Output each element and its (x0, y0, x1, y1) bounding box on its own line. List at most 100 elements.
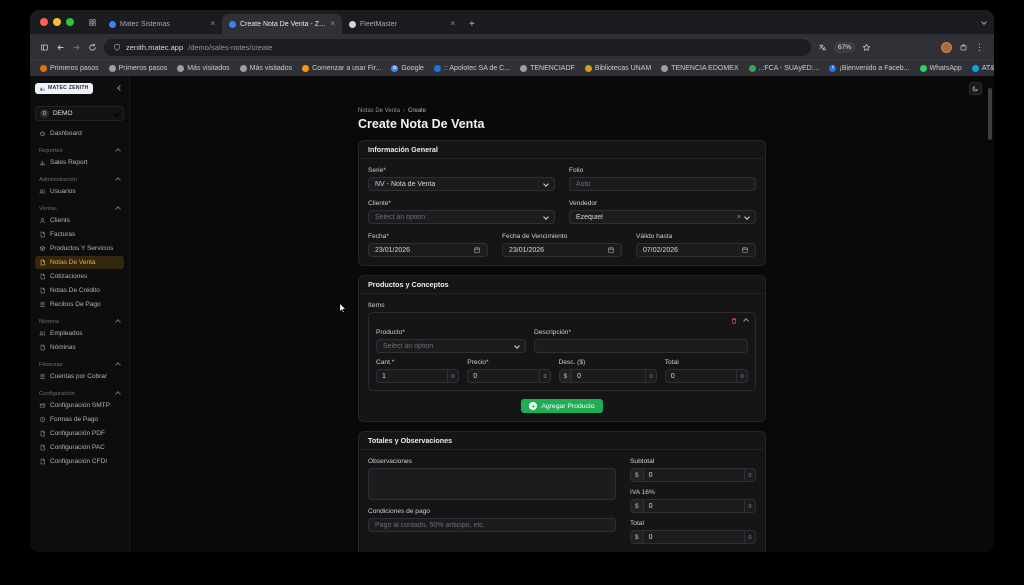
observaciones-textarea[interactable] (368, 468, 616, 500)
subtotal-input[interactable]: $ 0 (630, 468, 756, 482)
sidebar-item-configuracion-pdf[interactable]: Configuración PDF (35, 427, 124, 440)
cant-stepper[interactable]: 1 (376, 369, 459, 383)
sidebar-item-productos-y-servicios[interactable]: Productos Y Servicios (35, 242, 124, 255)
vencimiento-date-input[interactable]: 23/01/2026 (502, 243, 622, 257)
sidebar-item-notas-de-credito[interactable]: Notas De Crédito (35, 284, 124, 297)
remove-item-button[interactable] (730, 317, 738, 325)
theme-toggle-button[interactable] (969, 82, 982, 95)
tab-groups-grid-icon[interactable] (83, 10, 102, 34)
stepper-arrows-icon[interactable] (744, 531, 755, 543)
agregar-producto-button[interactable]: Agregar Producto (521, 399, 602, 413)
nav-section-finanzas[interactable]: Finanzas (39, 362, 120, 368)
toggle-sidebar-button[interactable] (40, 43, 49, 52)
bookmark-item[interactable]: Más visitados (177, 65, 229, 72)
calendar-icon (741, 246, 749, 254)
sidebar-item-configuracion-pac[interactable]: Configuración PAC (35, 441, 124, 454)
stepper-arrows-icon[interactable] (744, 469, 755, 481)
sidebar-item-configuracion-cfdi[interactable]: Configuración CFDI (35, 455, 124, 468)
folio-input[interactable] (569, 177, 756, 191)
forward-button[interactable] (72, 43, 81, 52)
descripcion-input[interactable] (534, 339, 748, 353)
sidebar-item-cuentas-por-cobrar[interactable]: Cuentas por Cobrar (35, 370, 124, 383)
back-button[interactable] (56, 43, 65, 52)
producto-select[interactable]: Select an option (376, 339, 526, 353)
sidebar-item-sales-report[interactable]: Sales Report (35, 156, 124, 169)
site-shield-icon[interactable] (113, 43, 121, 51)
sidebar-item-usuarios[interactable]: Usuarios (35, 185, 124, 198)
fullscreen-window-button[interactable] (66, 18, 74, 26)
bookmark-star-icon[interactable] (862, 43, 871, 52)
stepper-arrows-icon[interactable] (744, 500, 755, 512)
stepper-arrows-icon[interactable] (645, 370, 656, 382)
bookmark-item[interactable]: Primeros pasos (40, 65, 99, 72)
bookmark-item[interactable]: TENENCIADF (520, 65, 575, 72)
serie-select[interactable]: NV - Nota de Venta (368, 177, 555, 191)
bookmark-item[interactable]: AT&T (972, 65, 994, 72)
breadcrumb-parent[interactable]: Notas De Venta (358, 108, 400, 114)
nav-section-ventas[interactable]: Ventas (39, 206, 120, 212)
nav-section-reportes[interactable]: Reportes (39, 148, 120, 154)
new-tab-button[interactable]: + (462, 14, 482, 34)
extensions-icon[interactable] (959, 43, 968, 52)
stepper-arrows-icon[interactable] (539, 370, 550, 382)
browser-menu-button[interactable]: ⋮ (975, 43, 984, 52)
bookmark-item[interactable]: ..:FCA - SUAyED:... (749, 65, 820, 72)
matec-zenith-logo[interactable]: MATEC ZENITH (35, 83, 93, 94)
collapse-sidebar-button[interactable] (116, 84, 124, 92)
sidebar-item-formas-de-pago[interactable]: Formas de Pago (35, 413, 124, 426)
sidebar-item-recibos-de-pago[interactable]: Recibos De Pago (35, 298, 124, 311)
sidebar-item-notas-de-venta[interactable]: Notas De Venta (35, 256, 124, 269)
bookmark-item[interactable]: Más visitados (240, 65, 292, 72)
sidebar-item-configuracion-smtp[interactable]: Configuración SMTP (35, 399, 124, 412)
close-tab-icon[interactable]: × (330, 20, 335, 28)
nav-section-administracion[interactable]: Administración (39, 177, 120, 183)
bookmark-item[interactable]: GGoogle (391, 65, 424, 72)
stepper-arrows-icon[interactable] (736, 370, 747, 382)
tab-fleetmaster[interactable]: FleetMaster × (342, 14, 462, 34)
tab-search-button[interactable] (982, 10, 994, 34)
profile-avatar[interactable] (941, 42, 952, 53)
stepper-arrows-icon[interactable] (447, 370, 458, 382)
clear-selection-icon[interactable]: × (737, 214, 741, 221)
vendedor-label: Vendedor (569, 200, 756, 207)
vendedor-select[interactable]: Ezequiel × (569, 210, 756, 224)
sidebar-item-empleados[interactable]: Empleados (35, 327, 124, 340)
bookmark-item[interactable]: TENENCIA EDOMEX (661, 65, 738, 72)
bookmark-item[interactable]: Primeros pasos (109, 65, 168, 72)
minimize-window-button[interactable] (53, 18, 61, 26)
descuento-stepper[interactable]: $ 0 (559, 369, 657, 383)
bookmark-item[interactable]: :: Apolotec SA de C... (434, 65, 510, 72)
sidebar-item-cotizaciones[interactable]: Cotizaciones (35, 270, 124, 283)
zoom-level-badge[interactable]: 67% (834, 42, 855, 53)
condiciones-input[interactable] (368, 518, 616, 532)
bookmark-item[interactable]: Bibliotecas UNAM (585, 65, 651, 72)
fecha-date-input[interactable]: 23/01/2026 (368, 243, 488, 257)
close-window-button[interactable] (40, 18, 48, 26)
bookmark-item[interactable]: f¡Bienvenido a Faceb... (829, 65, 909, 72)
reload-button[interactable] (88, 43, 97, 52)
sidebar-item-clients[interactable]: Clients (35, 214, 124, 227)
page-scrollbar-thumb[interactable] (988, 88, 992, 140)
close-tab-icon[interactable]: × (210, 20, 215, 28)
item-total-stepper[interactable]: 0 (665, 369, 748, 383)
nav-section-nomina[interactable]: Nómina (39, 319, 120, 325)
iva-input[interactable]: $ 0 (630, 499, 756, 513)
nav-section-configuracion[interactable]: Configuración (39, 391, 120, 397)
valido-hasta-date-input[interactable]: 07/02/2026 (636, 243, 756, 257)
bookmark-item[interactable]: WhatsApp (920, 65, 962, 72)
bookmark-item[interactable]: Comenzar a usar Fir... (302, 65, 381, 72)
cliente-select[interactable]: Select an option (368, 210, 555, 224)
tab-matec-sistemas[interactable]: Matec Sistemas × (102, 14, 222, 34)
translate-icon[interactable] (818, 43, 827, 52)
tab-create-nota-de-venta[interactable]: Create Nota De Venta - Zenith ERP × (222, 14, 342, 34)
close-tab-icon[interactable]: × (450, 20, 455, 28)
total-input[interactable]: $ 0 (630, 530, 756, 544)
bookmark-favicon (520, 65, 527, 72)
address-bar[interactable]: zenith.matec.app /demo/sales-notes/creat… (104, 39, 811, 56)
sidebar-item-facturas[interactable]: Facturas (35, 228, 124, 241)
workspace-selector[interactable]: D DEMO (35, 106, 124, 121)
collapse-item-icon[interactable] (743, 318, 749, 324)
sidebar-item-nominas[interactable]: Nóminas (35, 341, 124, 354)
precio-stepper[interactable]: 0 (467, 369, 550, 383)
sidebar-item-dashboard[interactable]: Dashboard (35, 127, 124, 140)
